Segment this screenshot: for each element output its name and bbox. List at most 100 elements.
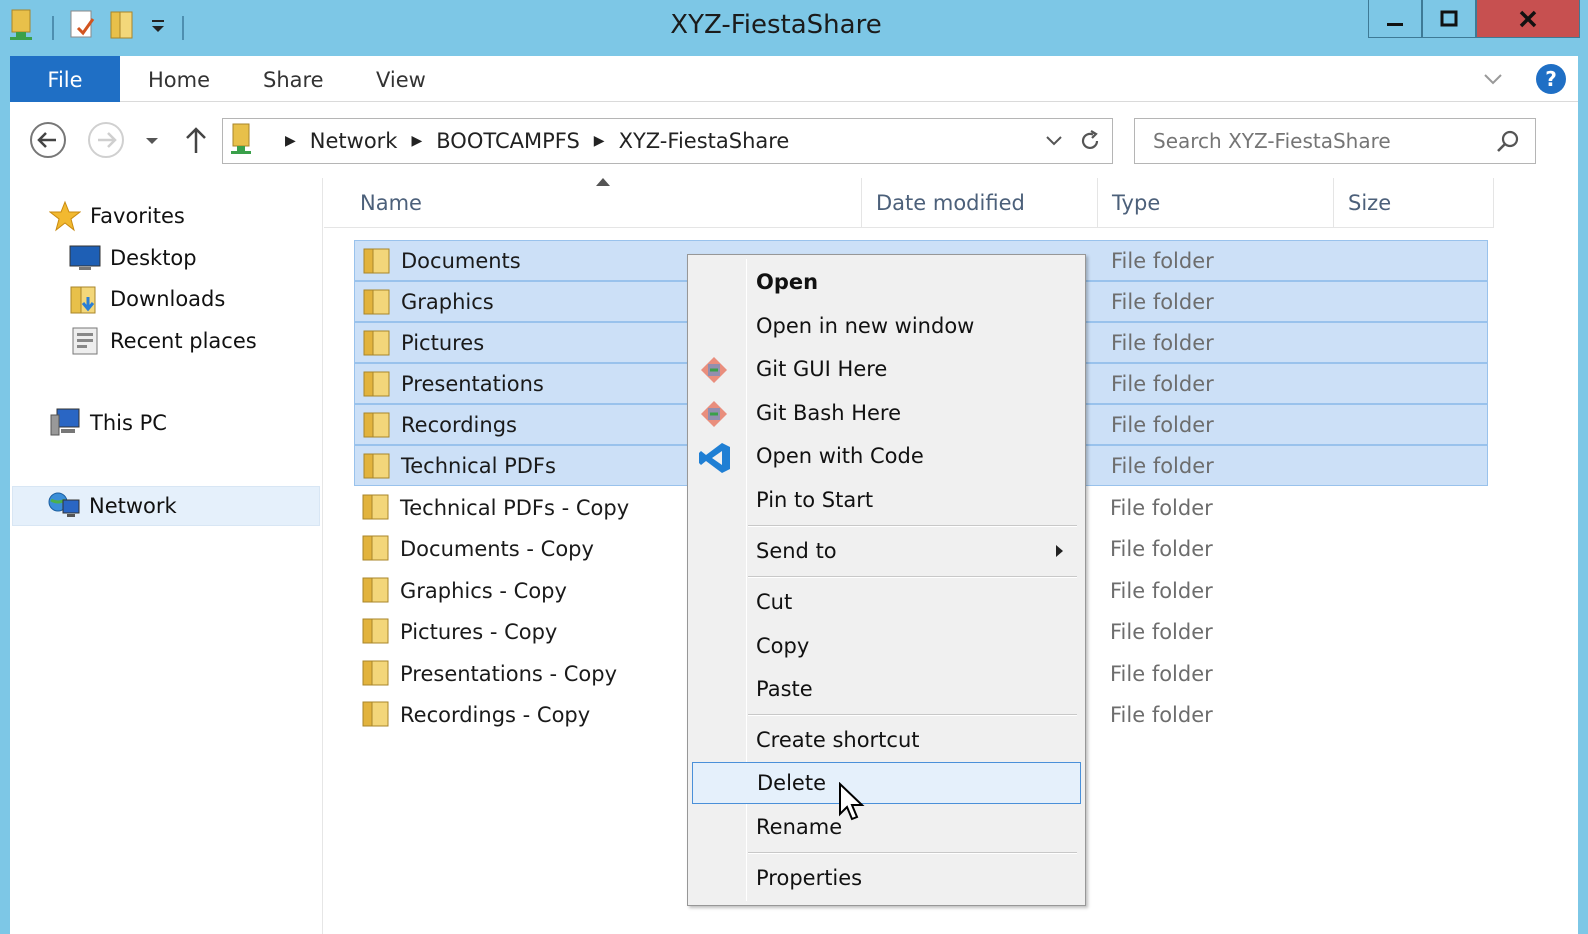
- chevron-down-icon: [146, 138, 158, 144]
- menu-item-cut[interactable]: Cut: [692, 581, 1081, 623]
- help-button[interactable]: ?: [1536, 64, 1566, 94]
- minimize-icon: [1387, 22, 1403, 26]
- menu-item-label: Open with Code: [756, 444, 924, 468]
- folder-icon: [362, 617, 392, 650]
- column-date-modified[interactable]: Date modified: [862, 178, 1098, 228]
- folder-icon: [362, 700, 392, 733]
- menu-item-open-with-code[interactable]: Open with Code: [692, 435, 1081, 477]
- maximize-button[interactable]: [1422, 0, 1476, 38]
- nav-recent-places[interactable]: Recent places: [68, 321, 257, 361]
- maximize-icon: [1440, 10, 1458, 26]
- menu-item-open-new-window[interactable]: Open in new window: [692, 305, 1081, 347]
- file-type: File folder: [1110, 702, 1213, 727]
- file-name: Technical PDFs: [401, 453, 556, 478]
- file-name: Pictures: [401, 330, 485, 355]
- breadcrumb-separator-icon[interactable]: ▶: [594, 133, 605, 149]
- explorer-window: XYZ-FiestaShare File Home Share View ? ▶…: [0, 0, 1588, 934]
- nav-network-label: Network: [89, 494, 177, 518]
- breadcrumb: ▶ Network ▶ BOOTCAMPFS ▶ XYZ-FiestaShare: [229, 119, 789, 163]
- close-icon: [1519, 10, 1537, 27]
- folder-icon: [363, 329, 393, 362]
- file-type: File folder: [1110, 536, 1213, 561]
- address-bar[interactable]: ▶ Network ▶ BOOTCAMPFS ▶ XYZ-FiestaShare: [222, 118, 1113, 164]
- tab-file[interactable]: File: [10, 56, 120, 102]
- submenu-arrow-icon: [1056, 545, 1063, 557]
- search-input[interactable]: [1135, 119, 1475, 163]
- file-type: File folder: [1110, 661, 1213, 686]
- context-menu: Open Open in new window Git GUI Here Git…: [687, 254, 1086, 906]
- file-type: File folder: [1111, 371, 1214, 396]
- folder-icon: [363, 288, 393, 321]
- menu-item-label: Send to: [756, 539, 837, 563]
- nav-this-pc[interactable]: This PC: [48, 403, 167, 443]
- tab-share[interactable]: Share: [263, 56, 324, 102]
- nav-desktop[interactable]: Desktop: [68, 238, 197, 278]
- menu-item-paste[interactable]: Paste: [692, 668, 1081, 710]
- menu-item-git-bash[interactable]: Git Bash Here: [692, 392, 1081, 434]
- file-name: Documents: [401, 248, 521, 273]
- file-type: File folder: [1111, 453, 1214, 478]
- nav-network[interactable]: Network: [12, 486, 320, 526]
- column-size[interactable]: Size: [1334, 178, 1494, 228]
- recent-locations-button[interactable]: [132, 120, 172, 160]
- menu-item-copy[interactable]: Copy: [692, 625, 1081, 667]
- menu-item-label: Git Bash Here: [756, 401, 902, 425]
- file-name: Technical PDFs - Copy: [400, 495, 630, 520]
- vscode-icon: [698, 441, 730, 473]
- up-arrow-icon: [186, 127, 206, 153]
- column-headers: Name Date modified Type Size: [324, 178, 1494, 228]
- folder-icon: [363, 411, 393, 444]
- back-button[interactable]: [28, 120, 68, 160]
- mouse-cursor-icon: [838, 781, 866, 830]
- ribbon: File Home Share View ?: [10, 56, 1578, 102]
- tab-view[interactable]: View: [376, 56, 426, 102]
- menu-item-rename[interactable]: Rename: [692, 806, 1081, 848]
- file-name: Recordings - Copy: [400, 702, 591, 727]
- folder-icon: [363, 370, 393, 403]
- search-icon[interactable]: [1495, 129, 1521, 161]
- window-title: XYZ-FiestaShare: [670, 10, 882, 40]
- forward-button[interactable]: [86, 120, 126, 160]
- column-type[interactable]: Type: [1098, 178, 1334, 228]
- file-name: Presentations: [401, 371, 544, 396]
- menu-item-open[interactable]: Open: [692, 261, 1081, 303]
- menu-item-pin-to-start[interactable]: Pin to Start: [692, 479, 1081, 521]
- up-button[interactable]: [176, 120, 216, 160]
- minimize-button[interactable]: [1368, 0, 1422, 38]
- close-button[interactable]: [1476, 0, 1580, 38]
- tab-home[interactable]: Home: [148, 56, 210, 102]
- network-share-icon: [229, 122, 257, 161]
- menu-item-properties[interactable]: Properties: [692, 857, 1081, 899]
- search-box: [1134, 118, 1536, 164]
- star-icon: [48, 199, 82, 233]
- breadcrumb-network[interactable]: Network: [310, 129, 398, 153]
- nav-downloads-label: Downloads: [110, 287, 226, 311]
- breadcrumb-separator-icon[interactable]: ▶: [411, 133, 422, 149]
- breadcrumb-bootcampfs[interactable]: BOOTCAMPFS: [436, 129, 580, 153]
- column-name[interactable]: Name: [346, 178, 862, 228]
- window-controls: [1368, 0, 1580, 38]
- refresh-button[interactable]: [1078, 129, 1102, 159]
- file-type: File folder: [1111, 412, 1214, 437]
- menu-item-send-to[interactable]: Send to: [692, 530, 1081, 572]
- breadcrumb-separator-icon[interactable]: ▶: [285, 133, 296, 149]
- menu-separator: [748, 714, 1077, 716]
- nav-favorites[interactable]: Favorites: [48, 196, 185, 236]
- file-name: Presentations - Copy: [400, 661, 618, 686]
- recent-places-icon: [68, 324, 102, 358]
- breadcrumb-share[interactable]: XYZ-FiestaShare: [619, 129, 790, 153]
- navigation-bar: ▶ Network ▶ BOOTCAMPFS ▶ XYZ-FiestaShare: [10, 102, 1578, 178]
- network-icon: [47, 489, 81, 523]
- menu-item-git-gui[interactable]: Git GUI Here: [692, 348, 1081, 390]
- menu-item-delete[interactable]: Delete: [692, 762, 1081, 804]
- chevron-down-icon: [1046, 136, 1062, 146]
- back-arrow-icon: [30, 122, 66, 158]
- menu-separator: [748, 576, 1077, 578]
- expand-ribbon-button[interactable]: [1482, 68, 1504, 96]
- navigation-pane: Favorites Desktop Downloads Recent place…: [10, 178, 323, 934]
- address-history-button[interactable]: [1044, 131, 1064, 157]
- nav-downloads[interactable]: Downloads: [68, 279, 225, 319]
- nav-this-pc-label: This PC: [90, 411, 167, 435]
- file-type: File folder: [1110, 619, 1213, 644]
- menu-item-create-shortcut[interactable]: Create shortcut: [692, 719, 1081, 761]
